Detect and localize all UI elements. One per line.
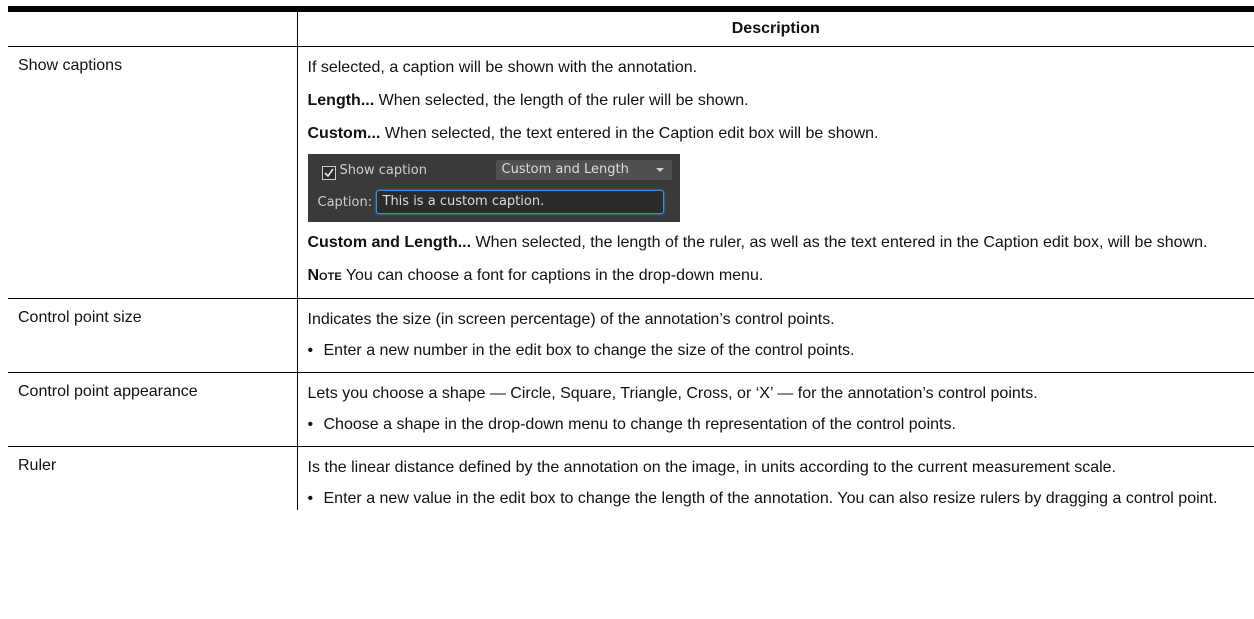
paragraph: If selected, a caption will be shown wit… [307, 59, 698, 76]
table-row-show-captions: Show captions If selected, a caption wil… [8, 46, 1254, 299]
row-description: Indicates the size (in screen percentage… [297, 298, 1254, 373]
bullet-item: • Enter a new value in the edit box to ch… [308, 488, 1245, 510]
show-caption-label: Show caption [339, 163, 427, 178]
row-name: Ruler [8, 446, 298, 510]
row-description: If selected, a caption will be shown wit… [297, 46, 1254, 299]
chevron-down-icon [655, 168, 664, 172]
row-name-text: Ruler [18, 457, 57, 474]
row-name: Control point appearance [8, 372, 298, 447]
bullet-icon: • [307, 342, 314, 359]
option-name: Length... [307, 92, 375, 109]
paragraph: Indicates the size (in screen percentage… [307, 311, 835, 328]
option-text: When selected, the text entered in the C… [380, 125, 879, 142]
option-text: When selected, the length of the ruler w… [374, 92, 749, 109]
row-name: Control point size [8, 298, 298, 373]
properties-table: Description Show captions If selected, a… [8, 6, 1254, 510]
note-label: Note [307, 267, 342, 284]
note: Note You can choose a font for captions … [308, 265, 1245, 286]
row-name: Show captions [8, 46, 298, 299]
bullet-text: Choose a shape in the drop-down menu to … [323, 416, 956, 433]
table-header-row: Description [8, 6, 1254, 47]
bullet-item: • Enter a new number in the edit box to c… [308, 340, 1245, 362]
paragraph: Custom and Length... When selected, the … [308, 232, 1245, 253]
table-row-ruler: Ruler Is the linear distance defined by … [8, 446, 1254, 511]
caption-input-value: This is a custom caption. [382, 194, 545, 209]
row-description: Lets you choose a shape — Circle, Square… [297, 372, 1254, 447]
option-text: When selected, the length of the ruler, … [471, 234, 1208, 251]
row-name-text: Control point size [18, 309, 142, 326]
paragraph: Length... When selected, the length of t… [308, 90, 1245, 111]
caption-mode-value: Custom and Length [501, 162, 629, 177]
paragraph: Lets you choose a shape — Circle, Square… [307, 385, 1038, 402]
bullet-icon: • [307, 490, 314, 507]
bullet-item: • Choose a shape in the drop-down menu to… [308, 414, 1245, 436]
row-name-text: Control point appearance [18, 383, 198, 400]
table-row-control-point-size: Control point size Indicates the size (i… [8, 298, 1254, 373]
checkmark-icon [323, 168, 334, 178]
bullet-text: Enter a new number in the edit box to ch… [323, 342, 855, 359]
caption-input[interactable]: This is a custom caption. [375, 190, 664, 214]
option-name: Custom... [307, 125, 381, 142]
show-caption-checkbox[interactable] [321, 166, 336, 180]
bullet-text: Enter a new value in the edit box to cha… [323, 490, 1218, 507]
paragraph: Is the linear distance defined by the an… [307, 459, 1116, 476]
caption-field-label: Caption: [317, 195, 373, 210]
table-row-control-point-appearance: Control point appearance Lets you choose… [8, 372, 1254, 447]
caption-mode-dropdown[interactable]: Custom and Length [495, 160, 672, 180]
caption-settings-screenshot: Show caption Custom and Length Caption: … [307, 154, 680, 222]
bullet-icon: • [307, 416, 314, 433]
header-column-name [8, 6, 298, 47]
note-text: You can choose a font for captions in th… [341, 267, 764, 284]
paragraph: Custom... When selected, the text entere… [308, 123, 1245, 144]
header-column-description: Description [297, 6, 1254, 47]
document-page: Description Show captions If selected, a… [8, 6, 1254, 510]
row-name-text: Show captions [18, 57, 123, 74]
row-description: Is the linear distance defined by the an… [297, 447, 1254, 511]
option-name: Custom and Length... [307, 234, 472, 251]
